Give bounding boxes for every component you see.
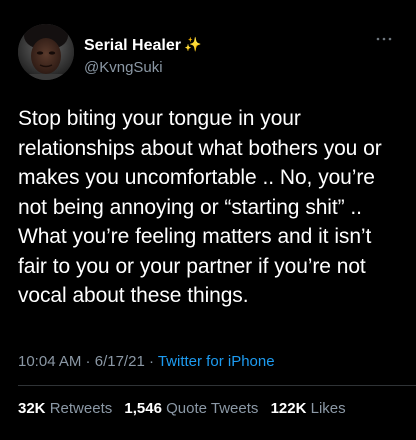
- meta-separator: ·: [81, 353, 95, 370]
- retweets-count: 32K: [18, 400, 46, 417]
- tweet-card: Serial Healer ✨ @KvngSuki Stop biting you…: [0, 0, 416, 440]
- tweet-source-link[interactable]: Twitter for iPhone: [158, 353, 275, 370]
- tweet-text: Stop biting your tongue in your relation…: [18, 107, 382, 307]
- tweet-meta: 10:04 AM · 6/17/21 · Twitter for iPhone: [18, 353, 275, 370]
- retweets-stat[interactable]: 32K Retweets: [18, 400, 112, 417]
- sparkles-icon: ✨: [183, 36, 202, 52]
- tweet-header: Serial Healer ✨ @KvngSuki: [18, 24, 398, 80]
- divider: [18, 385, 416, 386]
- likes-label: Likes: [310, 400, 346, 417]
- engagement-stats: 32K Retweets 1,546 Quote Tweets 122K Lik…: [18, 400, 354, 417]
- display-name[interactable]: Serial Healer ✨: [84, 34, 201, 56]
- avatar-photo-icon: [18, 24, 74, 80]
- user-handle[interactable]: @KvngSuki: [84, 58, 201, 78]
- quote-tweets-stat[interactable]: 1,546 Quote Tweets: [124, 400, 258, 417]
- quote-tweets-count: 1,546: [124, 400, 162, 417]
- likes-stat[interactable]: 122K Likes: [271, 400, 346, 417]
- likes-count: 122K: [270, 400, 307, 417]
- avatar[interactable]: [18, 24, 74, 80]
- quote-tweets-label: Quote Tweets: [166, 400, 259, 417]
- meta-separator-2: ·: [144, 353, 158, 370]
- display-name-text: Serial Healer: [84, 37, 181, 54]
- tweet-time[interactable]: 10:04 AM: [18, 353, 81, 370]
- retweets-label: Retweets: [49, 400, 113, 417]
- author-names: Serial Healer ✨ @KvngSuki: [84, 34, 201, 78]
- tweet-date[interactable]: 6/17/21: [95, 353, 145, 370]
- more-horizontal-icon[interactable]: [374, 32, 394, 44]
